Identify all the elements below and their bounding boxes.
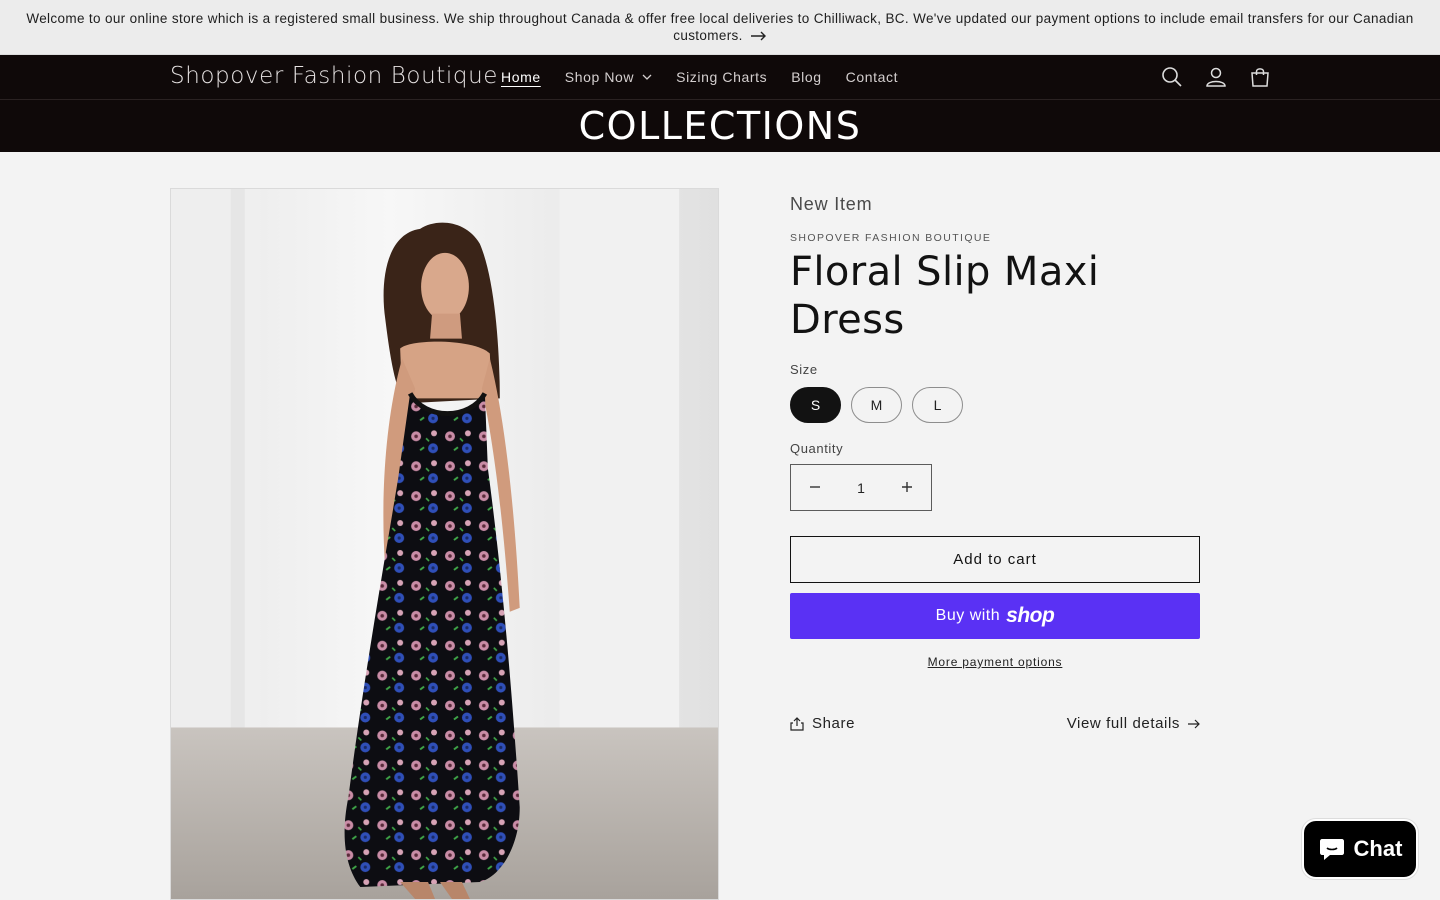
nav-sizing-charts[interactable]: Sizing Charts — [664, 69, 779, 85]
account-button[interactable] — [1194, 55, 1238, 99]
product-vendor: SHOPOVER FASHION BOUTIQUE — [790, 232, 992, 244]
view-full-details-link[interactable]: View full details — [1067, 715, 1200, 732]
new-item-badge: New Item — [790, 194, 873, 214]
quantity-input[interactable] — [836, 479, 886, 496]
quantity-label: Quantity — [790, 441, 844, 456]
add-to-cart-button[interactable]: Add to cart — [790, 536, 1200, 583]
product-actions: Share View full details — [790, 715, 1200, 732]
announcement-text[interactable]: Welcome to our online store which is a r… — [20, 10, 1420, 44]
search-button[interactable] — [1150, 55, 1194, 99]
product-title: Floral Slip Maxi Dress — [790, 249, 1100, 343]
share-label: Share — [812, 715, 856, 732]
search-icon — [1162, 67, 1182, 87]
size-option-s[interactable]: S — [790, 387, 841, 423]
decrease-quantity-button[interactable] — [807, 477, 823, 498]
announcement-bar: Welcome to our online store which is a r… — [0, 0, 1440, 55]
buy-with-shop-button[interactable]: Buy with shop — [790, 593, 1200, 639]
header-icons — [1150, 55, 1282, 99]
dress-photo — [171, 189, 718, 899]
nav-home[interactable]: Home — [489, 69, 553, 85]
nav-contact[interactable]: Contact — [834, 69, 910, 85]
account-icon — [1206, 67, 1226, 87]
announcement-message: Welcome to our online store which is a r… — [26, 11, 1414, 43]
chat-bubble-icon — [1319, 839, 1344, 860]
nav-shop-now-label: Shop Now — [564, 69, 635, 85]
store-logo[interactable]: Shopover Fashion Boutique — [170, 63, 498, 89]
chevron-down-icon — [642, 74, 652, 80]
chat-label: Chat — [1353, 836, 1403, 861]
share-icon — [790, 716, 804, 731]
nav-shop-now[interactable]: Shop Now — [553, 69, 664, 85]
quantity-stepper — [790, 464, 932, 511]
view-full-label: View full details — [1066, 715, 1180, 732]
banner-title: COLLECTIONS — [578, 104, 862, 148]
more-payment-options-link[interactable]: More payment options — [790, 655, 1200, 669]
main-nav: Home Shop Now Sizing Charts Blog Contact — [489, 55, 910, 99]
size-label: Size — [790, 362, 818, 377]
chat-button[interactable]: Chat — [1302, 819, 1418, 879]
arrow-right-icon — [750, 31, 766, 41]
buy-with-label: Buy with — [935, 607, 1001, 624]
product-image[interactable] — [170, 188, 719, 900]
nav-blog[interactable]: Blog — [779, 69, 833, 85]
size-options: S M L — [790, 387, 1200, 423]
product-info: New Item SHOPOVER FASHION BOUTIQUE Flora… — [790, 188, 1200, 732]
plus-icon — [902, 482, 912, 492]
arrow-right-icon — [1188, 719, 1200, 728]
increase-quantity-button[interactable] — [899, 477, 915, 498]
share-button[interactable]: Share — [790, 715, 855, 732]
cart-button[interactable] — [1238, 55, 1282, 99]
collections-banner: COLLECTIONS — [0, 100, 1440, 152]
cart-icon — [1251, 68, 1269, 87]
minus-icon — [810, 486, 820, 488]
shop-logo: shop — [1006, 604, 1055, 627]
size-option-m[interactable]: M — [851, 387, 902, 423]
size-option-l[interactable]: L — [912, 387, 963, 423]
site-header: Shopover Fashion Boutique Home Shop Now … — [0, 55, 1440, 100]
